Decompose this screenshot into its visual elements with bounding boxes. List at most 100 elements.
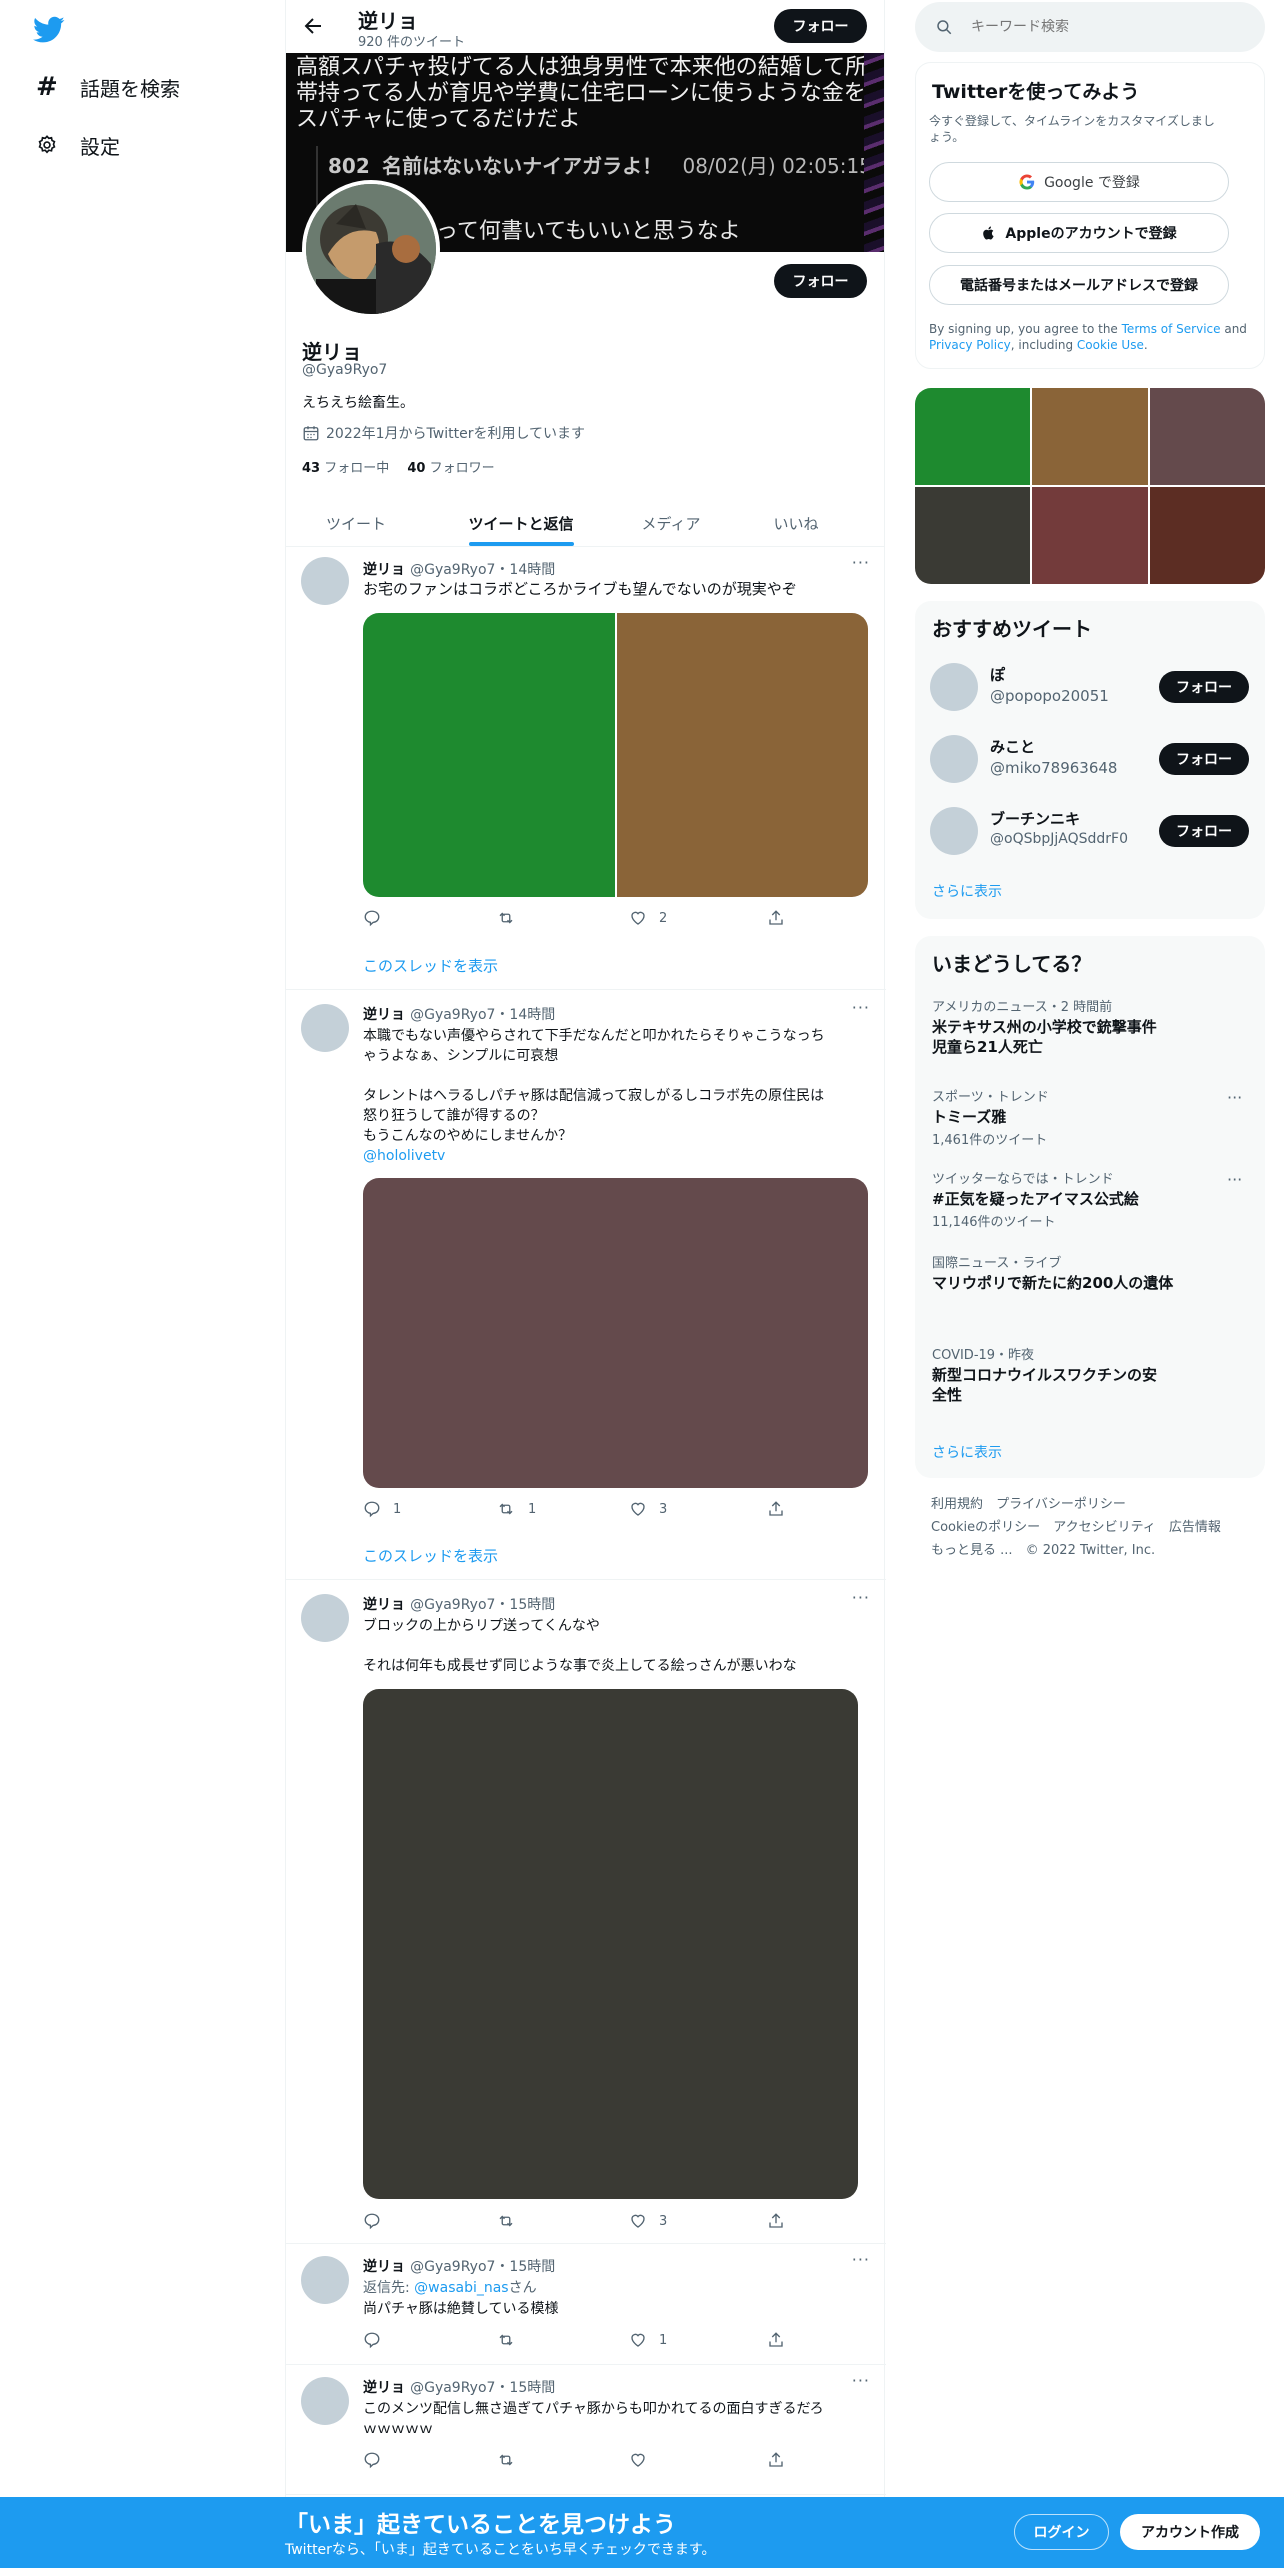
media-grid-thumb[interactable]	[915, 487, 1031, 584]
tweet-item[interactable]: 逆リョ @Gya9Ryo7・14時間 ··· 本職でもない声優やらされて下手だな…	[286, 990, 886, 1580]
google-signup-button[interactable]: Google で登録	[929, 162, 1229, 202]
footer-link[interactable]: 広告情報	[1169, 1520, 1221, 1535]
trend-more-icon[interactable]: ···	[1227, 1170, 1242, 1189]
privacy-policy-link[interactable]: Privacy Policy	[929, 338, 1011, 352]
tweet-item[interactable]: 逆リョ @Gya9Ryo7・15時間 ··· 返信先: @wasabi_nasさ…	[286, 2244, 886, 2365]
share-action[interactable]	[767, 2451, 785, 2469]
user-follow-button[interactable]: フォロー	[1159, 743, 1249, 775]
tweet-author-name[interactable]: 逆リョ	[363, 562, 405, 578]
cookie-use-link[interactable]: Cookie Use	[1077, 338, 1144, 352]
tweet-item[interactable]: 逆リョ @Gya9Ryo7・14時間 ··· お宅のファンはコラボどころかライブ…	[286, 547, 886, 990]
tweet-avatar[interactable]	[301, 1004, 349, 1052]
phone-signup-button[interactable]: 電話番号またはメールアドレスで登録	[929, 265, 1229, 305]
trend-more-icon[interactable]: ···	[1227, 1088, 1242, 1107]
terms-of-service-link[interactable]: Terms of Service	[1122, 322, 1221, 336]
share-action[interactable]	[767, 1500, 785, 1518]
footer-link[interactable]: Cookieのポリシー	[931, 1520, 1040, 1535]
profile-follow-button[interactable]: フォロー	[774, 264, 867, 298]
media-grid-thumb[interactable]	[915, 388, 1031, 485]
mention-link[interactable]: @hololivetv	[363, 1146, 825, 1166]
tweet-avatar[interactable]	[301, 1594, 349, 1642]
tweet-author-name[interactable]: 逆リョ	[363, 2380, 405, 2396]
footer-link[interactable]: 利用規約	[931, 1497, 983, 1512]
recommended-user[interactable]: ブーチンニキ @oQSbpJjAQSddrF0 フォロー	[915, 805, 1265, 875]
retweet-action[interactable]	[496, 909, 528, 927]
profile-avatar[interactable]	[302, 180, 440, 318]
trend-item[interactable]: ツイッターならでは・トレンド #正気を疑ったアイマス公式絵 11,146件のツイ…	[932, 1168, 1252, 1230]
like-action[interactable]: 3	[629, 2212, 667, 2230]
tweet-media-image[interactable]	[363, 1689, 858, 2199]
recommended-user[interactable]: みこと @miko78963648 フォロー	[915, 733, 1265, 803]
tab-media[interactable]: メディア	[616, 500, 726, 546]
retweet-action[interactable]	[496, 2331, 528, 2349]
back-arrow-icon[interactable]	[301, 14, 325, 38]
more-icon[interactable]: ···	[852, 553, 870, 572]
trend-item[interactable]: アメリカのニュース・2 時間前 米テキサス州の小学校で銃撃事件 児童ら21人死亡	[932, 996, 1252, 1057]
more-icon[interactable]: ···	[852, 2371, 870, 2390]
share-action[interactable]	[767, 2331, 785, 2349]
media-grid-thumb[interactable]	[1149, 487, 1265, 584]
tweet-avatar[interactable]	[301, 557, 349, 605]
media-grid-thumb[interactable]	[1149, 388, 1265, 485]
user-follow-button[interactable]: フォロー	[1159, 671, 1249, 703]
tweet-avatar[interactable]	[301, 2256, 349, 2304]
reply-action[interactable]	[363, 909, 393, 927]
share-action[interactable]	[767, 2212, 785, 2230]
nav-explore[interactable]: # 話題を検索	[0, 63, 260, 111]
search-input[interactable]	[971, 19, 1221, 35]
trend-item[interactable]: スポーツ・トレンド トミーズ雅 1,461件のツイート	[932, 1086, 1252, 1148]
tab-tweets[interactable]: ツイート	[286, 500, 426, 546]
like-action[interactable]	[629, 2451, 659, 2469]
apple-signup-button[interactable]: Appleのアカウントで登録	[929, 213, 1229, 253]
like-action[interactable]: 1	[629, 2331, 667, 2349]
nav-settings[interactable]: 設定	[0, 121, 260, 169]
tweet-media[interactable]	[363, 613, 868, 897]
following-link[interactable]: 43 フォロー中	[302, 461, 389, 476]
tweet-avatar[interactable]	[301, 2377, 349, 2425]
twitter-logo-icon[interactable]	[33, 16, 65, 44]
tweet-media-image[interactable]	[616, 613, 868, 897]
tab-likes[interactable]: いいね	[746, 500, 846, 546]
show-thread-link[interactable]: このスレッドを表示	[363, 1545, 498, 1566]
tweet-author-name[interactable]: 逆リョ	[363, 1597, 405, 1613]
search-box[interactable]	[915, 2, 1265, 52]
header-follow-button[interactable]: フォロー	[774, 9, 867, 43]
recommended-user[interactable]: ぽ @popopo20051 フォロー	[915, 661, 1265, 731]
tweet-author-name[interactable]: 逆リョ	[363, 2259, 405, 2275]
reply-action[interactable]	[363, 2212, 393, 2230]
retweet-action[interactable]: 1	[496, 1500, 536, 1518]
user-follow-button[interactable]: フォロー	[1159, 815, 1249, 847]
tab-tweets-and-replies[interactable]: ツイートと返信	[451, 500, 591, 546]
retweet-action[interactable]	[496, 2451, 528, 2469]
tweet-item[interactable]: 逆リョ @Gya9Ryo7・15時間 ··· ブロックの上からリプ送ってくんなや…	[286, 1580, 886, 2244]
followers-link[interactable]: 40 フォロワー	[407, 461, 494, 476]
reply-action[interactable]	[363, 2451, 393, 2469]
footer-more-link[interactable]: もっと見る ...	[931, 1543, 1013, 1558]
reply-to-link[interactable]: @wasabi_nas	[414, 2280, 508, 2296]
reply-action[interactable]: 1	[363, 1500, 401, 1518]
media-grid-thumb[interactable]	[1032, 487, 1148, 584]
more-icon[interactable]: ···	[852, 998, 870, 1017]
tweet-item[interactable]: 逆リョ @Gya9Ryo7・15時間 ··· このメンツ配信し無さ過ぎてパチャ豚…	[286, 2365, 886, 2495]
media-grid-thumb[interactable]	[1032, 388, 1148, 485]
trend-item[interactable]: 国際ニュース・ライブ マリウポリで新たに約200人の遺体	[932, 1252, 1252, 1293]
more-icon[interactable]: ···	[852, 1588, 870, 1607]
footer-link[interactable]: アクセシビリティ	[1053, 1520, 1156, 1535]
like-action[interactable]: 3	[629, 1500, 667, 1518]
signup-button[interactable]: アカウント作成	[1120, 2514, 1260, 2550]
login-button[interactable]: ログイン	[1014, 2514, 1109, 2550]
like-action[interactable]: 2	[629, 909, 667, 927]
tweet-media-image[interactable]	[363, 613, 615, 897]
recommended-show-more[interactable]: さらに表示	[932, 881, 1002, 901]
trends-show-more[interactable]: さらに表示	[932, 1442, 1002, 1462]
reply-action[interactable]	[363, 2331, 393, 2349]
retweet-action[interactable]	[496, 2212, 528, 2230]
trend-item[interactable]: COVID-19・昨夜 新型コロナウイルスワクチンの安 全性	[932, 1344, 1252, 1405]
share-action[interactable]	[767, 909, 785, 927]
tweet-author-name[interactable]: 逆リョ	[363, 1007, 405, 1023]
tweet-media-image[interactable]	[363, 1178, 868, 1488]
show-thread-link[interactable]: このスレッドを表示	[363, 955, 498, 976]
footer-link[interactable]: プライバシーポリシー	[996, 1497, 1126, 1512]
terms-text: , including	[1010, 338, 1077, 352]
more-icon[interactable]: ···	[852, 2250, 870, 2269]
